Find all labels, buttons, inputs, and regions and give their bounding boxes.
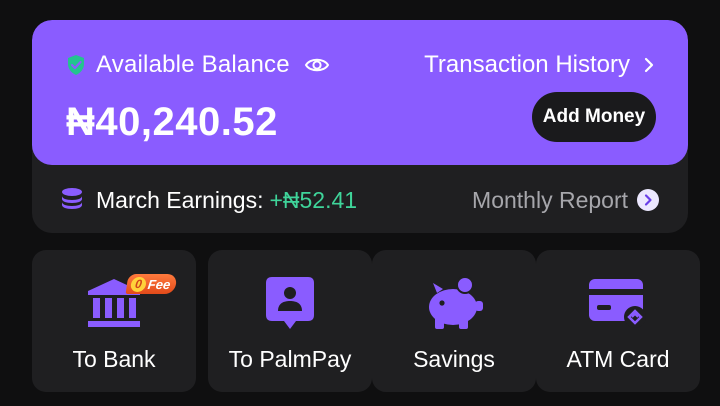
balance-amount: ₦40,240.52 [66, 100, 278, 144]
to-bank-label: To Bank [72, 346, 156, 372]
savings-tile[interactable]: Savings [372, 250, 536, 392]
shield-check-icon [66, 54, 86, 76]
atm-card-tile[interactable]: ATM Card [536, 250, 700, 392]
monthly-report-link[interactable]: Monthly Report [472, 187, 660, 214]
monthly-report-label: Monthly Report [472, 186, 628, 213]
to-palmpay-tile[interactable]: To PalmPay [208, 250, 372, 392]
atm-card-label: ATM Card [566, 346, 670, 372]
to-bank-tile[interactable]: 0 Fee To Bank [32, 250, 196, 392]
to-palmpay-label: To PalmPay [228, 346, 352, 372]
to-palmpay-icon-wrap [255, 276, 325, 334]
earnings-label: March Earnings: [96, 186, 264, 213]
balance-panel: Available Balance Transaction History ₦4… [32, 20, 688, 165]
zero-fee-badge: 0 Fee [125, 274, 178, 294]
atm-card-icon-wrap [583, 276, 653, 334]
transaction-history-link[interactable]: Transaction History [424, 51, 656, 79]
earnings-value: +₦52.41 [269, 186, 358, 213]
savings-label: Savings [413, 346, 495, 372]
earnings-row: March Earnings: +₦52.41 Monthly Report [60, 185, 660, 215]
eye-icon[interactable] [304, 55, 330, 75]
to-bank-icon-wrap: 0 Fee [79, 274, 178, 334]
add-money-button[interactable]: Add Money [532, 92, 656, 142]
piggy-bank-icon [423, 275, 485, 336]
coins-icon [60, 187, 84, 213]
fee-zero: 0 [129, 276, 148, 292]
palmpay-transfer-icon [264, 275, 316, 336]
fee-text: Fee [146, 276, 172, 292]
savings-icon-wrap [419, 275, 489, 336]
available-balance-label: Available Balance [96, 51, 290, 78]
chevron-right-icon [642, 56, 656, 74]
transaction-history-label: Transaction History [424, 51, 630, 78]
balance-header-row: Available Balance Transaction History [66, 50, 656, 80]
atm-card-icon [587, 277, 649, 334]
chevron-right-circle-icon [636, 188, 660, 212]
balance-card: Available Balance Transaction History ₦4… [32, 20, 688, 233]
